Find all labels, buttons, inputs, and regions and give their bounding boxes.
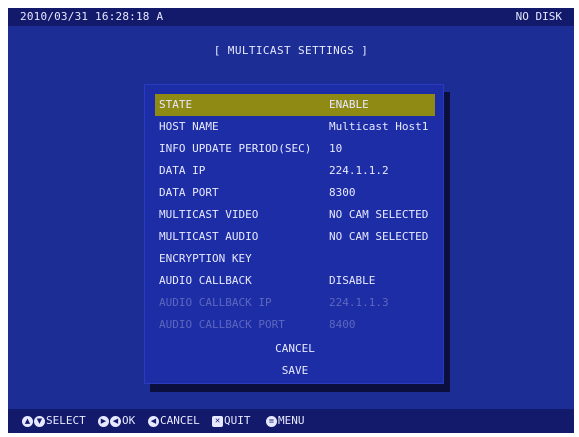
setting-row-audio-callback-ip: AUDIO CALLBACK IP 224.1.1.3 — [155, 292, 435, 314]
hint-label: QUIT — [224, 414, 251, 427]
hint-menu: ≡ MENU — [266, 409, 305, 433]
hint-label: MENU — [278, 414, 305, 427]
cancel-button[interactable]: CANCEL — [155, 339, 435, 359]
setting-label: AUDIO CALLBACK — [159, 274, 252, 287]
hint-label: OK — [122, 414, 136, 427]
setting-value[interactable]: DISABLE — [329, 270, 375, 292]
setting-row-data-ip[interactable]: DATA IP 224.1.1.2 — [155, 160, 435, 182]
hint-label: SELECT — [46, 414, 86, 427]
setting-row-multicast-audio[interactable]: MULTICAST AUDIO NO CAM SELECTED — [155, 226, 435, 248]
hint-bar: ▲ ▼ SELECT ▶ ◀ OK ◀ CANCEL ✕ QUIT ≡ MENU — [8, 409, 574, 433]
setting-label: HOST NAME — [159, 120, 219, 133]
left-arrow-icon: ◀ — [110, 415, 121, 427]
setting-label: DATA PORT — [159, 186, 219, 199]
dvr-screen: 2010/03/31 16:28:18 A NO DISK [ MULTICAS… — [8, 8, 574, 433]
setting-value[interactable]: 10 — [329, 138, 342, 160]
setting-label: STATE — [159, 98, 193, 111]
back-arrow-icon: ◀ — [148, 415, 159, 427]
setting-label: AUDIO CALLBACK PORT — [159, 318, 285, 331]
hint-select: ▲ ▼ SELECT — [22, 409, 86, 433]
settings-panel: STATE ENABLE HOST NAME Multicast Host1 I… — [144, 84, 444, 384]
setting-value: 224.1.1.3 — [329, 296, 389, 309]
quit-icon: ✕ — [212, 415, 223, 427]
setting-label: MULTICAST VIDEO — [159, 208, 259, 221]
hint-quit: ✕ QUIT — [212, 409, 251, 433]
setting-row-host-name[interactable]: HOST NAME Multicast Host1 — [155, 116, 435, 138]
setting-label: INFO UPDATE PERIOD(SEC) — [159, 142, 312, 155]
setting-label: AUDIO CALLBACK IP — [159, 296, 272, 309]
up-arrow-icon: ▲ — [22, 415, 33, 427]
setting-value[interactable]: NO CAM SELECTED — [329, 226, 428, 248]
datetime-display: 2010/03/31 16:28:18 A — [20, 10, 164, 23]
setting-label: DATA IP — [159, 164, 206, 177]
setting-label: ENCRYPTION KEY — [159, 252, 252, 265]
page-title: [ MULTICAST SETTINGS ] — [213, 44, 369, 57]
setting-value[interactable]: NO CAM SELECTED — [329, 204, 428, 226]
right-arrow-icon: ▶ — [98, 415, 109, 427]
disk-status: NO DISK — [515, 10, 562, 23]
down-arrow-icon: ▼ — [34, 415, 45, 427]
setting-row-info-update-period[interactable]: INFO UPDATE PERIOD(SEC) 10 — [155, 138, 435, 160]
setting-value[interactable]: ENABLE — [329, 94, 369, 116]
hint-label: CANCEL — [160, 414, 200, 427]
hint-ok: ▶ ◀ OK — [98, 409, 135, 433]
setting-value[interactable]: Multicast Host1 — [329, 116, 428, 138]
setting-row-audio-callback-port: AUDIO CALLBACK PORT 8400 — [155, 314, 435, 336]
setting-value[interactable]: 8300 — [329, 182, 356, 204]
setting-row-state[interactable]: STATE ENABLE — [155, 94, 435, 116]
setting-row-audio-callback[interactable]: AUDIO CALLBACK DISABLE — [155, 270, 435, 292]
status-bar: 2010/03/31 16:28:18 A NO DISK — [8, 8, 574, 26]
setting-row-multicast-video[interactable]: MULTICAST VIDEO NO CAM SELECTED — [155, 204, 435, 226]
setting-value[interactable]: 224.1.1.2 — [329, 160, 389, 182]
setting-value: 8400 — [329, 318, 356, 331]
setting-row-encryption-key[interactable]: ENCRYPTION KEY — [155, 248, 435, 270]
menu-icon: ≡ — [266, 415, 277, 427]
setting-label: MULTICAST AUDIO — [159, 230, 259, 243]
setting-row-data-port[interactable]: DATA PORT 8300 — [155, 182, 435, 204]
save-button[interactable]: SAVE — [155, 361, 435, 381]
hint-cancel: ◀ CANCEL — [148, 409, 200, 433]
